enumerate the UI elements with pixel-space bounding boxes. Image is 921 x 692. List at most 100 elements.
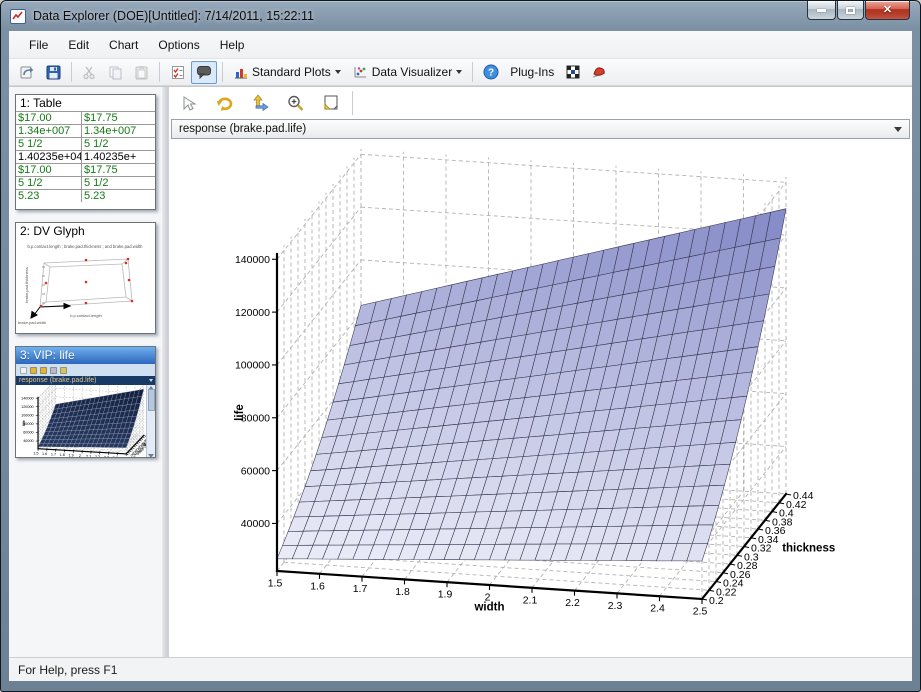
svg-text:2.2: 2.2 (95, 455, 100, 458)
mini-rotate-icon (30, 367, 37, 374)
svg-text:2.5: 2.5 (121, 457, 126, 458)
line-chart-icon (12, 11, 24, 21)
toolbar-separator (71, 62, 72, 82)
x-axis-label: width (76, 457, 88, 458)
checklist-icon (171, 65, 185, 80)
sidebar-panel-vip-life[interactable]: 3: VIP: life response (brake.pad.life) (15, 346, 156, 458)
pan-tool-button[interactable] (247, 91, 273, 115)
svg-text:1.8: 1.8 (395, 586, 410, 598)
annotation-button[interactable] (191, 61, 217, 84)
svg-text:60000: 60000 (23, 431, 33, 435)
table-cell: $17.00 (16, 112, 82, 124)
svg-text:60000: 60000 (241, 465, 270, 477)
table-cell: 1.40235e+041 (16, 151, 82, 163)
zoom-tool-button[interactable] (282, 91, 308, 115)
svg-text:1.6: 1.6 (310, 580, 325, 592)
pointer-arrow-icon (181, 94, 199, 112)
app-window: Data Explorer (DOE)[Untitled]: 7/14/2011… (0, 0, 921, 692)
scroll-down-icon[interactable] (148, 454, 154, 458)
table-row[interactable]: $17.00$17.75 (16, 163, 155, 176)
data-visualizer-button[interactable]: Data Visualizer (347, 61, 467, 84)
open-icon (19, 65, 35, 80)
toolbar-separator (159, 62, 160, 82)
menu-item-edit[interactable]: Edit (58, 34, 99, 56)
dv-glyph-thumbnail: b.p.contact.length ; brake.pad.thickness… (16, 239, 155, 331)
export-view-button[interactable] (317, 91, 343, 115)
table-row[interactable]: 1.34e+0071.34e+007 (16, 124, 155, 137)
response-selector[interactable]: response (brake.pad.life) (171, 119, 910, 139)
matrix-plugin-button[interactable] (560, 61, 585, 84)
maximize-icon (846, 7, 855, 14)
minimize-button[interactable] (807, 1, 836, 20)
pointer-tool-button[interactable] (177, 91, 203, 115)
response-selector-value: response (brake.pad.life) (179, 123, 306, 135)
help-button[interactable]: ? (478, 61, 504, 84)
svg-text:40000: 40000 (23, 439, 33, 443)
table-row[interactable]: 5 1/25 1/2 (16, 176, 155, 189)
svg-text:120000: 120000 (235, 307, 270, 319)
svg-text:140000: 140000 (235, 254, 270, 266)
svg-text:1.5: 1.5 (33, 451, 38, 455)
standard-plots-button[interactable]: Standard Plots (228, 61, 346, 84)
open-button[interactable] (14, 61, 40, 84)
toolbar-separator (472, 62, 473, 82)
surface-plugin-button[interactable] (586, 61, 612, 84)
table-row[interactable]: $17.00$17.75 (16, 111, 155, 124)
copy-button[interactable] (103, 61, 128, 84)
cut-button[interactable] (77, 61, 102, 84)
statusbar: For Help, press F1 (9, 657, 912, 681)
menu-item-chart[interactable]: Chart (99, 34, 148, 56)
chart-window: response (brake.pad.life) 40000600008000… (168, 87, 912, 657)
maximize-button[interactable] (837, 1, 864, 20)
chevron-down-icon (335, 70, 341, 74)
surface-plot[interactable]: 4000060000800001000001200001400001.51.61… (169, 141, 906, 653)
menu-item-help[interactable]: Help (210, 34, 255, 56)
menu-item-options[interactable]: Options (148, 34, 209, 56)
plugins-text: Plug-Ins (510, 65, 554, 79)
rotate-icon (215, 94, 235, 112)
table-cell: $17.00 (16, 164, 82, 176)
chevron-down-icon (456, 70, 462, 74)
svg-text:1.9: 1.9 (438, 589, 453, 601)
grid-matrix-icon (566, 65, 580, 79)
paste-button[interactable] (129, 61, 154, 84)
chart-toolbar-separator (352, 91, 353, 115)
table-cell: $17.75 (82, 112, 155, 124)
z-axis-label: life (234, 404, 246, 421)
vip-chart-row: 4000060000800001000001200001400001.51.61… (16, 385, 155, 458)
checklist-button[interactable] (165, 61, 190, 84)
mini-table: $17.00$17.751.34e+0071.34e+0075 1/25 1/2… (16, 111, 155, 202)
vip-scrollbar[interactable] (146, 385, 155, 458)
mini-zoom-icon (50, 367, 57, 374)
scroll-thumb[interactable] (148, 389, 155, 411)
sidebar: 1: Table $17.00$17.751.34e+0071.34e+0075… (9, 87, 162, 657)
svg-text:1.8: 1.8 (60, 453, 65, 457)
table-row[interactable]: 5.235.23 (16, 189, 155, 202)
menu-item-file[interactable]: File (19, 34, 58, 56)
table-row[interactable]: 1.40235e+0411.40235e+ (16, 150, 155, 163)
surface-mesh (277, 209, 786, 561)
table-cell: 5.23 (16, 190, 82, 202)
plugins-label: Plug-Ins (505, 61, 559, 84)
main-toolbar: Standard Plots Data Visualizer ? Plug-In (9, 59, 912, 86)
titlebar[interactable]: Data Explorer (DOE)[Untitled]: 7/14/2011… (1, 1, 920, 31)
page-export-icon (321, 94, 340, 112)
svg-text:120000: 120000 (21, 405, 33, 409)
table-cell: 5 1/2 (82, 177, 155, 189)
sidebar-panel-table[interactable]: 1: Table $17.00$17.751.34e+0071.34e+0075… (15, 94, 156, 210)
app-icon (10, 9, 26, 24)
table-cell: $17.75 (82, 164, 155, 176)
glyph-x-label: b.p.contact.length (70, 313, 102, 318)
save-button[interactable] (41, 61, 66, 84)
y-axis-label: thickness (782, 542, 835, 554)
svg-text:2.4: 2.4 (650, 603, 665, 615)
table-row[interactable]: 5 1/25 1/2 (16, 137, 155, 150)
sidebar-panel-dv-glyph[interactable]: 2: DV Glyph b.p.contact.length ; brake.p… (15, 222, 156, 334)
rotate-tool-button[interactable] (212, 91, 238, 115)
help-icon: ? (483, 64, 499, 80)
copy-icon (108, 65, 123, 80)
close-button[interactable]: ✕ (865, 1, 910, 20)
pan-arrows-icon (250, 94, 270, 112)
table-cell: 5 1/2 (16, 177, 82, 189)
svg-text:2.4: 2.4 (113, 456, 118, 458)
